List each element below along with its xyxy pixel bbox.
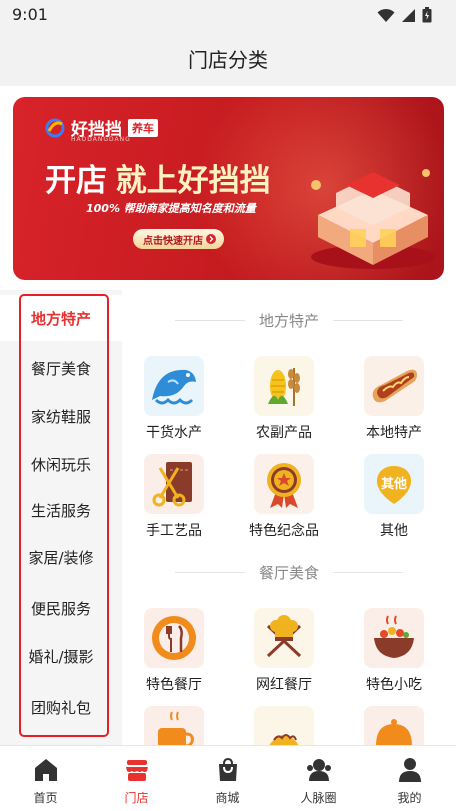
tab-profile[interactable]: 我的 [364,746,455,811]
tab-label: 首页 [33,791,58,805]
category-item[interactable]: 特色纪念品 [232,454,332,546]
tab-store[interactable]: 门店 [91,746,182,811]
coffee-cup-icon [144,706,204,745]
tab-label: 门店 [124,791,149,805]
brand-mark-icon [45,118,65,137]
sidebar-item-life-service[interactable]: 生活服务 [0,487,122,533]
banner-headline: 开店 就上好挡挡 [45,155,271,200]
category-item[interactable] [232,706,332,745]
contacts-icon [307,759,331,781]
storefront-illustration-icon [311,169,435,269]
category-label: 特色小吃 [366,677,422,693]
status-icons [377,7,432,23]
category-label: 特色纪念品 [249,523,319,539]
page-title: 门店分类 [188,47,268,72]
dumpling-icon [254,706,314,745]
signal-icon [402,8,415,22]
open-store-label: 点击快速开店 [143,235,203,247]
wifi-icon [377,8,395,22]
store-icon [126,760,148,781]
divider [333,319,403,321]
sidebar-item-convenience[interactable]: 便民服务 [0,585,122,631]
shopping-bag-icon [219,757,237,781]
corn-wheat-icon [254,356,314,416]
category-item[interactable]: 其他 其他 [342,454,442,546]
sidebar-item-label: 团购礼包 [30,698,91,717]
category-item[interactable]: 本地特产 [342,356,442,448]
other-badge-text: 其他 [380,477,407,492]
sausage-icon [364,356,424,416]
category-item[interactable]: 干货水产 [122,356,222,448]
category-item[interactable]: 手工艺品 [122,454,222,546]
hot-bowl-icon [364,608,424,668]
category-label: 特色餐厅 [146,677,202,693]
sidebar-item-label: 休闲玩乐 [30,455,91,474]
category-item[interactable] [342,706,442,745]
sidebar-item-local-specialty[interactable]: 地方特产 [0,295,122,341]
tab-mall[interactable]: 商城 [182,746,273,811]
divider [333,571,403,573]
home-icon [35,759,57,781]
tab-label: 我的 [397,791,422,805]
chevron-right-icon [206,234,216,244]
profile-icon [399,758,421,782]
brand-tag: 养车 [128,118,158,137]
chef-hat-icon [254,608,314,668]
category-item[interactable]: 农副产品 [232,356,332,448]
promo-banner[interactable]: 好挡挡 养车 HAODANGDANG 开店 就上好挡挡 100% 帮助商家提高知… [13,97,444,280]
battery-icon [422,7,432,23]
headline-highlight: 就上好挡挡 [115,163,271,198]
medal-icon [254,454,314,514]
category-label: 网红餐厅 [256,677,312,693]
cloche-icon [364,706,424,745]
sidebar-item-restaurant[interactable]: 餐厅美食 [0,345,122,391]
section-header: 餐厅美食 [122,561,456,583]
tab-home[interactable]: 首页 [0,746,91,811]
scissors-icon [144,454,204,514]
sidebar-item-leisure[interactable]: 休闲玩乐 [0,441,122,487]
category-label: 其他 [380,523,408,539]
tab-label: 商城 [215,791,240,805]
sidebar-item-label: 生活服务 [30,501,91,520]
brand-subtitle: HAODANGDANG [71,136,131,143]
banner-subline: 100% 帮助商家提高知名度和流量 [86,202,256,215]
status-time: 9:01 [12,5,48,24]
category-sidebar: 地方特产 餐厅美食 家纺鞋服 休闲玩乐 生活服务 家居/装修 便民服务 婚礼/摄… [0,290,122,745]
sidebar-item-label: 餐厅美食 [30,359,91,378]
category-label: 农副产品 [256,425,312,441]
sidebar-item-label: 便民服务 [30,599,91,618]
category-content: 地方特产 干货水产 农副产品 本地特产 手工艺品 特色纪念品 其他 其他 餐厅美… [122,290,456,745]
sidebar-item-label: 家居/装修 [28,548,94,567]
category-item[interactable]: 特色小吃 [342,608,442,700]
header: 门店分类 [0,30,456,86]
headline-lead: 开店 [45,163,107,198]
section-header: 地方特产 [122,309,456,331]
sidebar-item-label: 地方特产 [30,309,91,328]
fish-icon [144,356,204,416]
section-title: 餐厅美食 [258,563,319,582]
category-label: 本地特产 [366,425,422,441]
bottom-tab-bar: 首页 门店 商城 人脉圈 我的 [0,745,456,811]
sidebar-item-textile-apparel[interactable]: 家纺鞋服 [0,393,122,439]
tab-contacts[interactable]: 人脉圈 [273,746,364,811]
divider [174,571,245,573]
sidebar-item-wedding-photo[interactable]: 婚礼/摄影 [0,633,122,679]
category-item[interactable]: 特色餐厅 [122,608,222,700]
sidebar-item-group-buy[interactable]: 团购礼包 [0,684,122,730]
other-badge-icon: 其他 [364,454,424,514]
divider [174,319,245,321]
category-label: 干货水产 [146,425,202,441]
category-label: 手工艺品 [146,523,202,539]
category-item[interactable] [122,706,222,745]
sidebar-item-home-decor[interactable]: 家居/装修 [0,534,122,580]
category-item[interactable]: 网红餐厅 [232,608,332,700]
section-title: 地方特产 [258,311,319,330]
status-bar: 9:01 [0,0,456,30]
plate-cutlery-icon [144,608,204,668]
sidebar-item-label: 婚礼/摄影 [28,647,94,666]
tab-label: 人脉圈 [300,791,337,805]
open-store-button[interactable]: 点击快速开店 [133,229,224,249]
sidebar-item-label: 家纺鞋服 [30,407,91,426]
